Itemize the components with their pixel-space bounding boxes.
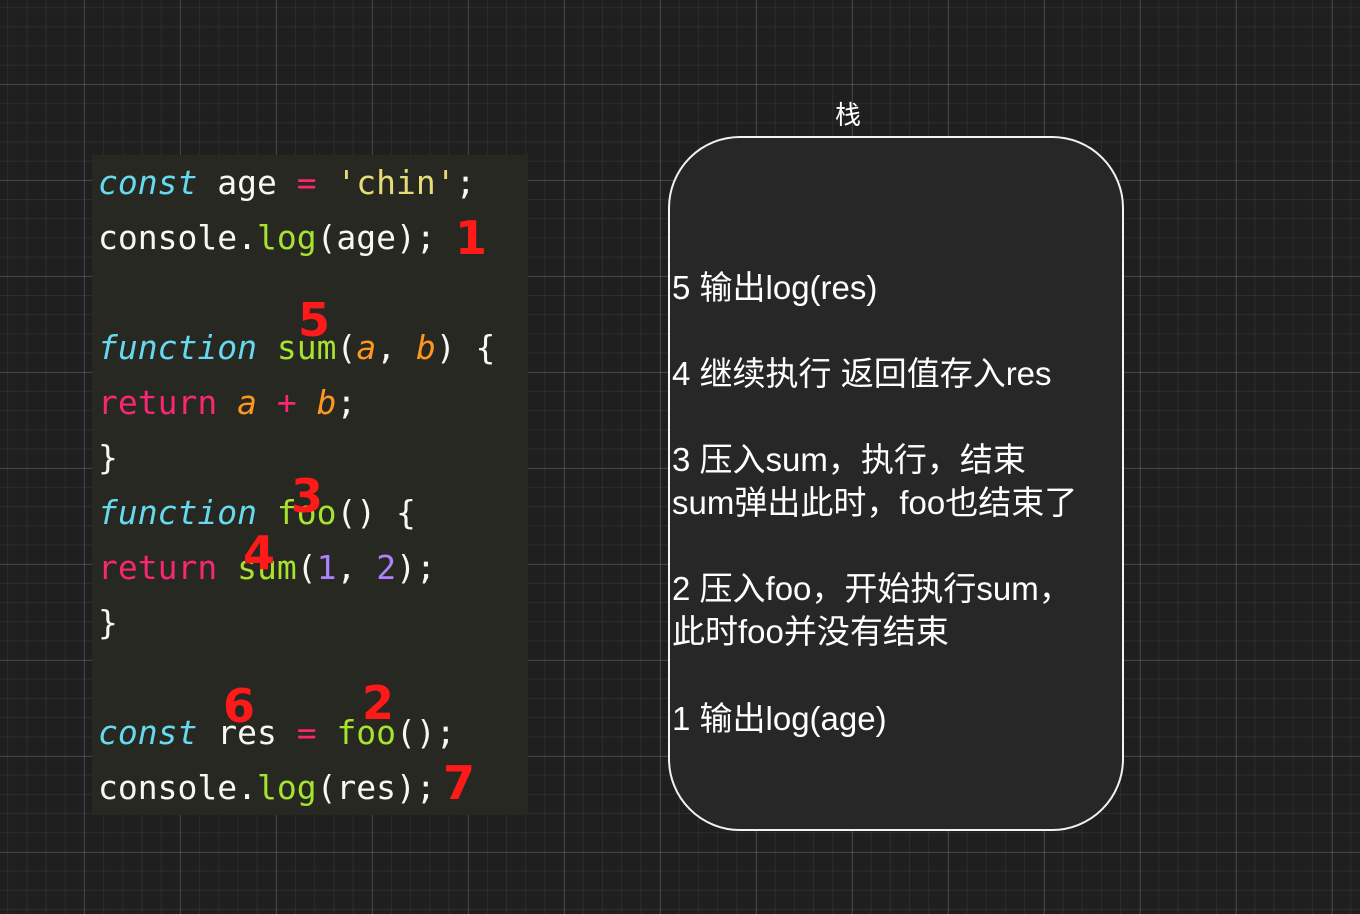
operator: = bbox=[296, 713, 317, 752]
stack-item-4: 4 继续执行 返回值存入res bbox=[672, 355, 1052, 392]
step-marker-4: 4 bbox=[243, 526, 276, 580]
code-line-6: } bbox=[98, 438, 118, 477]
punctuation: , bbox=[376, 328, 416, 367]
function-name: log bbox=[256, 218, 317, 257]
string-literal: 'chin' bbox=[336, 163, 456, 202]
punctuation: ) { bbox=[435, 328, 496, 367]
operator: + bbox=[276, 383, 297, 422]
punctuation: (); bbox=[396, 713, 456, 752]
step-marker-3: 3 bbox=[291, 469, 324, 523]
step-marker-6: 6 bbox=[223, 679, 256, 733]
stack-item-3-line-2: sum弹出此时，foo也结束了 bbox=[672, 484, 1078, 521]
stack-item-2-line-1: 2 压入foo，开始执行sum， bbox=[672, 570, 1072, 607]
code-line-5: return a + b; bbox=[98, 375, 356, 430]
keyword: function bbox=[98, 328, 257, 367]
number-literal: 2 bbox=[376, 548, 397, 587]
code-line-1: const age = 'chin'; bbox=[98, 155, 476, 210]
parameter: b bbox=[316, 383, 337, 422]
parameter: a bbox=[356, 328, 377, 367]
stack-item-2-line-2: 此时foo并没有结束 bbox=[672, 613, 949, 650]
stack-title: 栈 bbox=[834, 101, 861, 131]
code-line-12: console.log(res); bbox=[98, 760, 436, 815]
step-marker-5: 5 bbox=[298, 293, 331, 347]
number-literal: 1 bbox=[316, 548, 337, 587]
keyword: function bbox=[98, 493, 257, 532]
stack-item-5: 5 输出log(res) bbox=[672, 269, 878, 306]
punctuation: ; bbox=[455, 163, 476, 202]
operator: = bbox=[296, 163, 317, 202]
arguments: (res); bbox=[316, 768, 436, 807]
punctuation: , bbox=[336, 548, 377, 587]
code-line-4: function sum(a, b) { bbox=[98, 320, 495, 375]
step-marker-7: 7 bbox=[443, 756, 476, 810]
step-marker-2: 2 bbox=[362, 676, 395, 730]
code-line-11: const res = foo(); bbox=[98, 705, 456, 760]
stack-item-1: 1 输出log(age) bbox=[672, 700, 887, 737]
parameter: a bbox=[237, 383, 257, 422]
punctuation: () { bbox=[336, 493, 416, 532]
step-marker-1: 1 bbox=[455, 211, 488, 265]
stack-item-3-line-1: 3 压入sum，执行，结束 bbox=[672, 441, 1026, 478]
identifier: age bbox=[197, 163, 297, 202]
object-name: console. bbox=[98, 768, 257, 807]
keyword: return bbox=[98, 383, 218, 422]
code-line-2: console.log(age); bbox=[98, 210, 436, 265]
code-line-9: } bbox=[98, 603, 118, 642]
keyword: return bbox=[98, 548, 218, 587]
keyword: const bbox=[98, 163, 198, 202]
object-name: console. bbox=[98, 218, 257, 257]
arguments: (age); bbox=[316, 218, 436, 257]
punctuation: ( bbox=[296, 548, 317, 587]
keyword: const bbox=[98, 713, 198, 752]
punctuation: ; bbox=[336, 383, 357, 422]
punctuation: ); bbox=[396, 548, 436, 587]
parameter: b bbox=[415, 328, 436, 367]
punctuation: ( bbox=[336, 328, 357, 367]
function-name: log bbox=[256, 768, 317, 807]
